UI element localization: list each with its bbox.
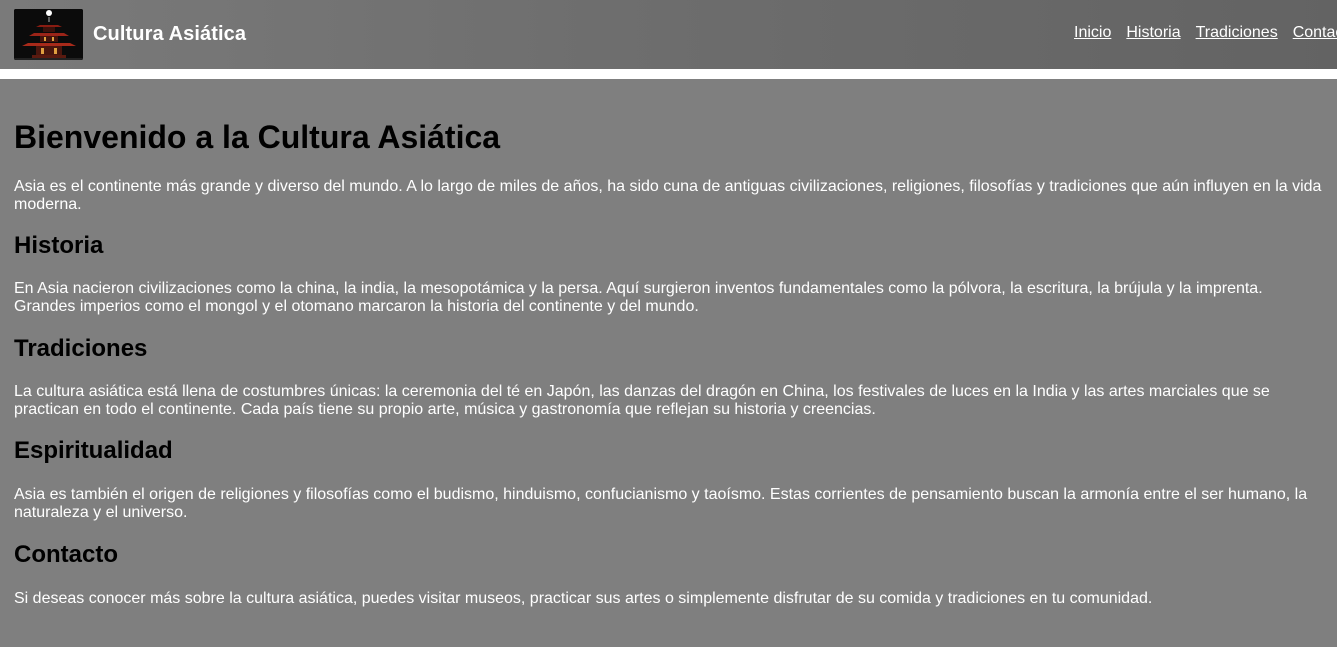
nav-link-tradiciones[interactable]: Tradiciones	[1196, 24, 1278, 42]
section-heading-contacto: Contacto	[14, 541, 118, 568]
nav-link-inicio[interactable]: Inicio	[1074, 24, 1111, 42]
section-heading-espiritualidad: Espiritualidad	[14, 437, 173, 464]
section-text-tradiciones: La cultura asiática está llena de costum…	[14, 383, 1270, 418]
nav-link-historia[interactable]: Historia	[1126, 24, 1180, 42]
page-title: Bienvenido a la Cultura Asiática	[14, 119, 501, 155]
section-text-historia: En Asia nacieron civilizaciones como la …	[14, 280, 1263, 315]
main-nav: Inicio Historia Tradiciones Contacto	[1074, 24, 1337, 42]
section-text-espiritualidad: Asia es también el origen de religiones …	[14, 486, 1308, 521]
section-text-contacto: Si deseas conocer más sobre la cultura a…	[14, 590, 1153, 607]
site-title: Cultura Asiática	[93, 23, 247, 45]
nav-link-contacto[interactable]: Contacto	[1293, 24, 1337, 42]
section-heading-tradiciones: Tradiciones	[14, 335, 148, 362]
intro-paragraph: Asia es el continente más grande y diver…	[14, 178, 1322, 213]
pagoda-logo-icon[interactable]	[14, 9, 83, 60]
section-heading-historia: Historia	[14, 232, 104, 259]
main-content: Bienvenido a la Cultura Asiática Asia es…	[0, 79, 1337, 608]
pagoda-logo-graphic	[14, 9, 83, 60]
header-divider	[0, 69, 1337, 79]
site-header: Cultura Asiática Inicio Historia Tradici…	[0, 0, 1337, 69]
